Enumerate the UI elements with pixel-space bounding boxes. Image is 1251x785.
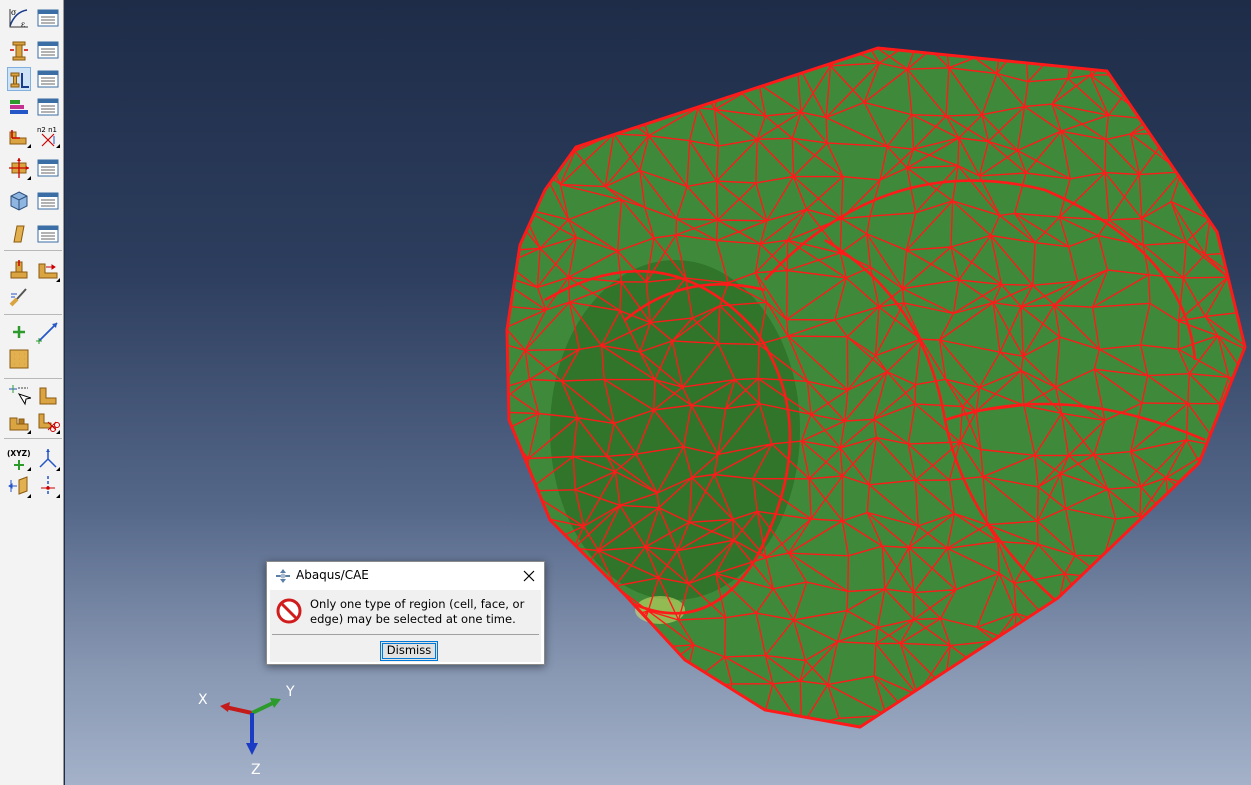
toolbox-separator xyxy=(4,250,62,251)
create-inertia-icon[interactable] xyxy=(7,189,31,213)
y-axis-label: Y xyxy=(286,684,295,700)
skin-manager-icon[interactable] xyxy=(36,222,60,246)
create-composite-layup-icon[interactable] xyxy=(7,95,31,119)
section-assignment-manager-icon[interactable] xyxy=(36,67,60,91)
dismiss-button[interactable]: Dismiss xyxy=(380,641,438,661)
x-axis-label: X xyxy=(198,692,208,708)
partition-cell-icon[interactable] xyxy=(36,384,60,408)
mesh-seed-icon[interactable] xyxy=(7,347,31,371)
view-triad: X Y Z xyxy=(190,680,310,780)
material-stress-strain-icon[interactable]: σε xyxy=(7,6,31,30)
svg-text:(XYZ): (XYZ) xyxy=(7,449,31,458)
partition-edge-icon[interactable] xyxy=(7,384,31,408)
datum-csys-icon[interactable] xyxy=(36,447,60,471)
dialog-title-bar[interactable]: Abaqus/CAE xyxy=(267,562,544,590)
assign-rebar-icon[interactable] xyxy=(7,285,31,309)
partition-face-icon[interactable] xyxy=(7,410,31,434)
datum-point-icon[interactable]: (XYZ) xyxy=(7,447,31,471)
meshed-part xyxy=(505,46,1247,729)
orientation-manager-icon[interactable] xyxy=(36,156,60,180)
assign-section-icon[interactable] xyxy=(7,67,31,91)
error-icon xyxy=(276,598,302,624)
create-datum-axis-icon[interactable] xyxy=(36,320,60,344)
toolbox-separator xyxy=(4,438,62,439)
create-point-icon[interactable] xyxy=(7,320,31,344)
datum-plane-icon[interactable] xyxy=(7,474,31,498)
error-dialog: Abaqus/CAE Only one type of region (cell… xyxy=(266,561,545,665)
section-manager-icon[interactable] xyxy=(36,38,60,62)
assign-stringer-icon[interactable] xyxy=(36,258,60,282)
abaqus-app-icon xyxy=(275,568,291,584)
repair-cut-icon[interactable] xyxy=(36,410,60,434)
toolbox-separator xyxy=(4,378,62,379)
datum-axis-icon[interactable] xyxy=(36,474,60,498)
z-axis-label: Z xyxy=(251,762,261,778)
svg-text:n2 n1: n2 n1 xyxy=(37,126,57,134)
svg-text:σ: σ xyxy=(11,8,17,17)
dialog-title: Abaqus/CAE xyxy=(296,568,369,582)
model-viewport[interactable]: X Y Z xyxy=(65,0,1251,785)
create-skin-icon[interactable] xyxy=(7,222,31,246)
inertia-manager-icon[interactable] xyxy=(36,189,60,213)
svg-text:ε: ε xyxy=(21,20,25,29)
special-skin-icon[interactable] xyxy=(7,258,31,282)
dialog-message: Only one type of region (cell, face, or … xyxy=(310,597,525,626)
create-section-icon[interactable] xyxy=(7,38,31,62)
close-icon[interactable] xyxy=(520,567,538,585)
assign-material-orientation-icon[interactable] xyxy=(7,156,31,180)
dialog-separator xyxy=(272,634,539,635)
assign-beam-orientation-icon[interactable] xyxy=(7,124,31,148)
assign-normals-icon[interactable]: n2 n1 xyxy=(36,124,60,148)
composite-layup-manager-icon[interactable] xyxy=(36,95,60,119)
module-toolbox: σε n2 n1 (XYZ) xyxy=(0,0,64,785)
dialog-body: Only one type of region (cell, face, or … xyxy=(270,590,541,662)
toolbox-separator xyxy=(4,314,62,315)
material-manager-icon[interactable] xyxy=(36,6,60,30)
